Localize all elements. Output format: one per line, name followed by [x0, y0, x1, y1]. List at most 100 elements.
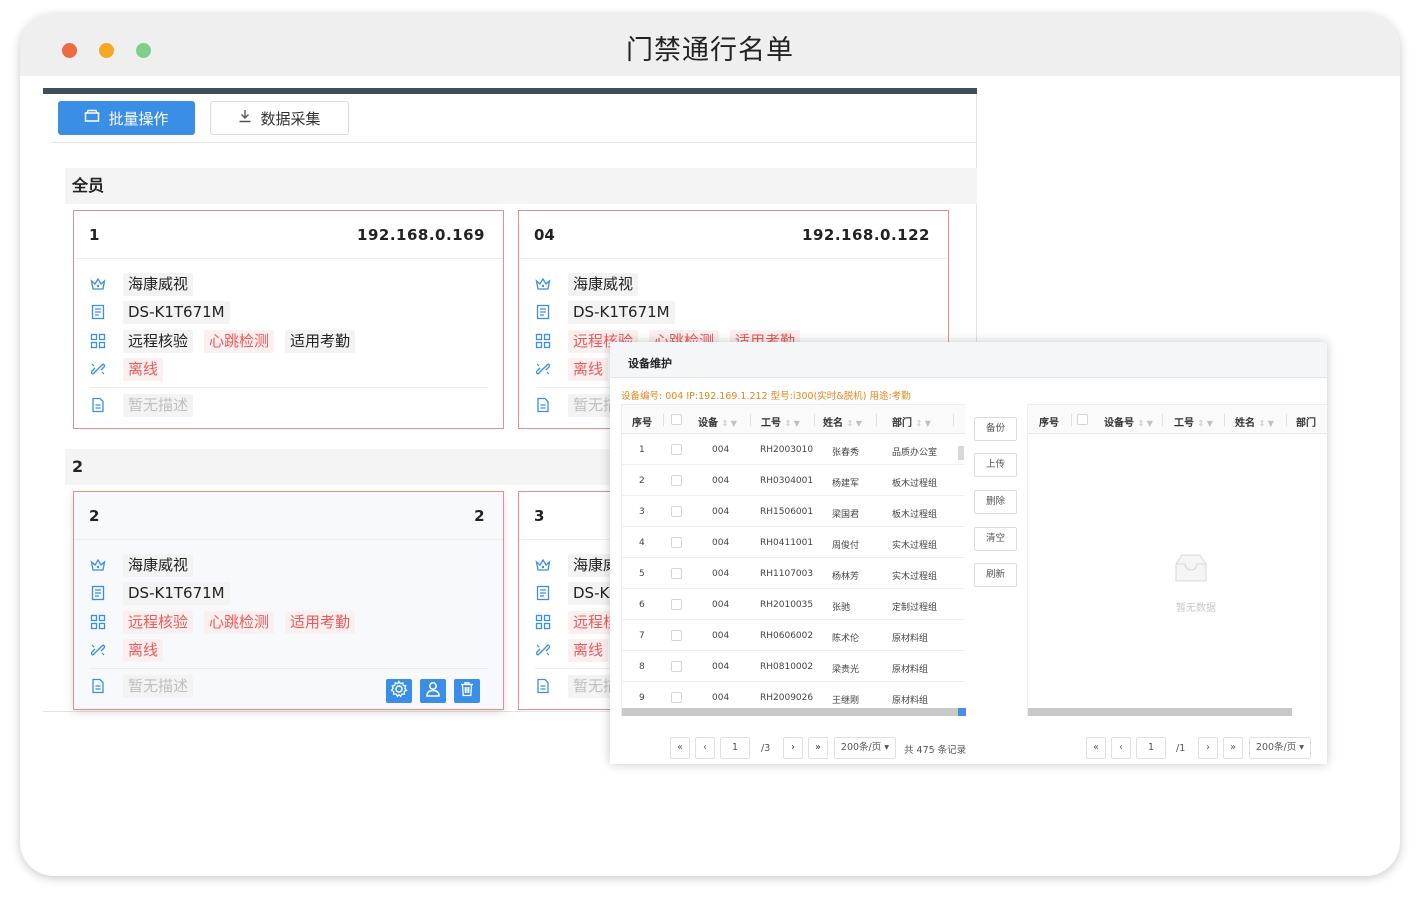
- download-icon: [238, 109, 252, 127]
- first-page-button[interactable]: «: [670, 737, 690, 759]
- row-name: 张春秀: [832, 448, 860, 458]
- col-dept[interactable]: 部门: [1296, 414, 1316, 429]
- col-device-no[interactable]: 设备号 ⇕ ▼: [1104, 414, 1153, 429]
- row-dept: 实木过程组: [892, 541, 938, 551]
- model-tag: DS-K1T671M: [123, 581, 230, 605]
- table-row[interactable]: 5 004 RH1107003 杨林芳 实木过程组: [622, 558, 965, 589]
- table-row[interactable]: 3 004 RH1506001 梁国君 板木过程组: [622, 496, 965, 527]
- trash-icon: [459, 681, 475, 701]
- brand-tag: 海康威视: [123, 272, 194, 296]
- row-checkbox[interactable]: [671, 506, 682, 517]
- data-collect-button[interactable]: 数据采集: [210, 101, 349, 135]
- row-checkbox[interactable]: [671, 661, 682, 672]
- first-page-button[interactable]: «: [1086, 737, 1106, 759]
- refresh-button[interactable]: 刷新: [974, 563, 1017, 587]
- row-name: 梁贵光: [832, 665, 860, 675]
- col-name[interactable]: 姓名 ⇕ ▼: [1235, 414, 1274, 429]
- row-checkbox[interactable]: [671, 444, 682, 455]
- device-card[interactable]: 1 192.168.0.169 海康威视 DS-K1T671M 远程核验 心跳检测…: [73, 210, 504, 429]
- feature-tag: 适用考勤: [285, 610, 356, 634]
- brand-tag: 海康威视: [123, 553, 194, 577]
- page-input[interactable]: 1: [1136, 737, 1166, 759]
- crown-icon: [535, 557, 551, 573]
- select-all-checkbox[interactable]: [671, 414, 682, 425]
- page-size-select[interactable]: 200条/页 ▾: [1249, 737, 1311, 759]
- prev-page-button[interactable]: ‹: [1111, 737, 1131, 759]
- feature-tag: 心跳检测: [204, 610, 275, 634]
- prev-page-button[interactable]: ‹: [695, 737, 715, 759]
- row-workno: RH1506001: [760, 507, 814, 517]
- col-name[interactable]: 姓名 ⇕ ▼: [823, 414, 862, 429]
- left-table-hscroll[interactable]: [622, 708, 958, 716]
- row-workno: RH1107003: [760, 569, 814, 579]
- grid-icon: [535, 614, 551, 630]
- col-device[interactable]: 设备 ⇕ ▼: [698, 414, 737, 429]
- batch-operation-button[interactable]: 批量操作: [58, 101, 195, 135]
- feature-tag: 心跳检测: [204, 329, 275, 353]
- row-checkbox[interactable]: [671, 630, 682, 641]
- row-device: 004: [712, 445, 730, 455]
- user-button[interactable]: [420, 679, 446, 703]
- card-ip: 192.168.0.122: [802, 226, 930, 244]
- upload-button[interactable]: 上传: [974, 453, 1017, 477]
- table-row[interactable]: 7 004 RH0606002 陈术伦 原材料组: [622, 620, 965, 651]
- row-checkbox[interactable]: [671, 692, 682, 703]
- next-page-button[interactable]: ›: [783, 737, 803, 759]
- title-bar: 门禁通行名单: [20, 14, 1400, 76]
- list-icon: [90, 304, 106, 320]
- row-workno: RH2003010: [760, 445, 814, 455]
- page-input[interactable]: 1: [720, 737, 750, 759]
- card-ip: 192.168.0.169: [357, 226, 485, 244]
- row-dept: 原材料组: [892, 665, 929, 675]
- page-size-select[interactable]: 200条/页 ▾: [834, 737, 896, 759]
- table-row[interactable]: 2 004 RH0304001 杨建军 板木过程组: [622, 465, 965, 496]
- last-page-button[interactable]: »: [808, 737, 828, 759]
- right-table-hscroll[interactable]: [1028, 708, 1292, 716]
- last-page-button[interactable]: »: [1223, 737, 1243, 759]
- row-name: 陈术伦: [832, 634, 860, 644]
- dialog-title: 设备维护: [628, 357, 672, 370]
- row-name: 梁国君: [832, 510, 860, 520]
- clear-button[interactable]: 清空: [974, 527, 1017, 551]
- row-checkbox[interactable]: [671, 568, 682, 579]
- row-device: 004: [712, 600, 730, 610]
- table-row[interactable]: 6 004 RH2010035 张驰 定制过程组: [622, 589, 965, 620]
- col-dept[interactable]: 部门 ⇕ ▼: [892, 414, 931, 429]
- delete-button[interactable]: 删除: [974, 490, 1017, 514]
- status-tag: 离线: [123, 357, 164, 381]
- row-device: 004: [712, 693, 730, 703]
- col-workno[interactable]: 工号 ⇕ ▼: [761, 414, 800, 429]
- left-table-vscroll[interactable]: [958, 446, 964, 460]
- card-divider: [90, 387, 488, 388]
- backup-button[interactable]: 备份: [974, 417, 1017, 441]
- table-row[interactable]: 1 004 RH2003010 张春秀 品质办公室: [622, 434, 965, 465]
- row-workno: RH0411001: [760, 538, 814, 548]
- row-device: 004: [712, 476, 730, 486]
- feature-tag: 适用考勤: [285, 329, 356, 353]
- device-maintenance-dialog: 设备维护 设备编号: 004 IP:192.169.1.212 型号:i300(…: [610, 342, 1327, 764]
- next-page-button[interactable]: ›: [1198, 737, 1218, 759]
- settings-button[interactable]: [386, 679, 412, 703]
- col-workno[interactable]: 工号 ⇕ ▼: [1174, 414, 1213, 429]
- row-device: 004: [712, 662, 730, 672]
- right-table-header: 序号 设备号 ⇕ ▼ 工号 ⇕ ▼ 姓名 ⇕ ▼ 部门: [1028, 404, 1327, 434]
- scroll-corner: [958, 708, 966, 716]
- row-workno: RH0606002: [760, 631, 814, 641]
- table-row[interactable]: 8 004 RH0810002 梁贵光 原材料组: [622, 651, 965, 682]
- grid-icon: [90, 614, 106, 630]
- model-tag: DS-K1T671M: [568, 300, 675, 324]
- row-checkbox[interactable]: [671, 599, 682, 610]
- row-checkbox[interactable]: [671, 475, 682, 486]
- delete-card-button[interactable]: [454, 679, 480, 703]
- crown-icon: [90, 557, 106, 573]
- list-icon: [535, 304, 551, 320]
- device-card[interactable]: 2 2 海康威视 DS-K1T671M 远程核验 心跳检测 适用考勤 离线 暂无描述: [73, 491, 504, 710]
- crown-icon: [535, 276, 551, 292]
- row-index: 5: [639, 569, 645, 579]
- gear-icon: [390, 680, 408, 702]
- select-all-checkbox[interactable]: [1077, 414, 1088, 425]
- status-tag: 离线: [568, 357, 609, 381]
- row-checkbox[interactable]: [671, 537, 682, 548]
- device-info-line: 设备编号: 004 IP:192.169.1.212 型号:i300(实时&脱机…: [621, 391, 911, 402]
- table-row[interactable]: 4 004 RH0411001 周俊付 实木过程组: [622, 527, 965, 558]
